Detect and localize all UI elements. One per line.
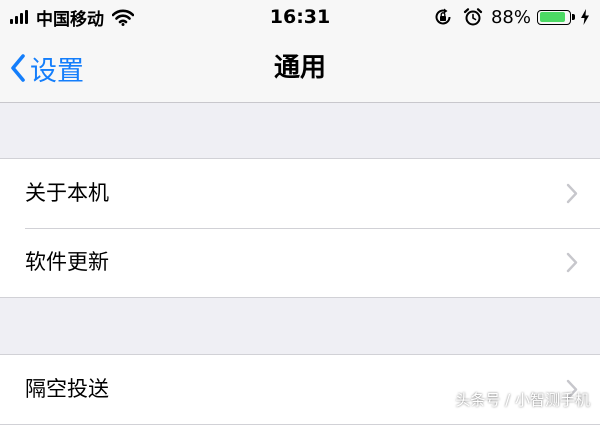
list-item-label: 软件更新: [25, 250, 109, 274]
battery-icon: [537, 9, 571, 25]
battery-percent: 88%: [490, 6, 531, 28]
list-item-software-update[interactable]: 软件更新: [0, 228, 600, 297]
list-item-label: 隔空投送: [25, 377, 109, 401]
chevron-right-icon: [566, 252, 578, 273]
watermark-text: 头条号 / 小智测手机: [455, 391, 590, 409]
navigation-bar: 设置 通用: [0, 34, 600, 103]
battery-level-fill: [539, 12, 566, 22]
list-item-about[interactable]: 关于本机: [0, 159, 600, 228]
page-title: 通用: [273, 53, 326, 83]
battery-cap: [572, 14, 575, 20]
status-bar: 中国移动 16:31 88%: [0, 0, 600, 34]
settings-group-1: 关于本机 软件更新: [0, 158, 600, 298]
status-right: 88%: [433, 5, 590, 29]
chevron-right-icon: [566, 183, 578, 204]
list-item-label: 关于本机: [25, 181, 109, 205]
alarm-icon: [463, 8, 483, 26]
charging-icon: [581, 9, 589, 25]
rotation-lock-icon: [435, 8, 451, 25]
